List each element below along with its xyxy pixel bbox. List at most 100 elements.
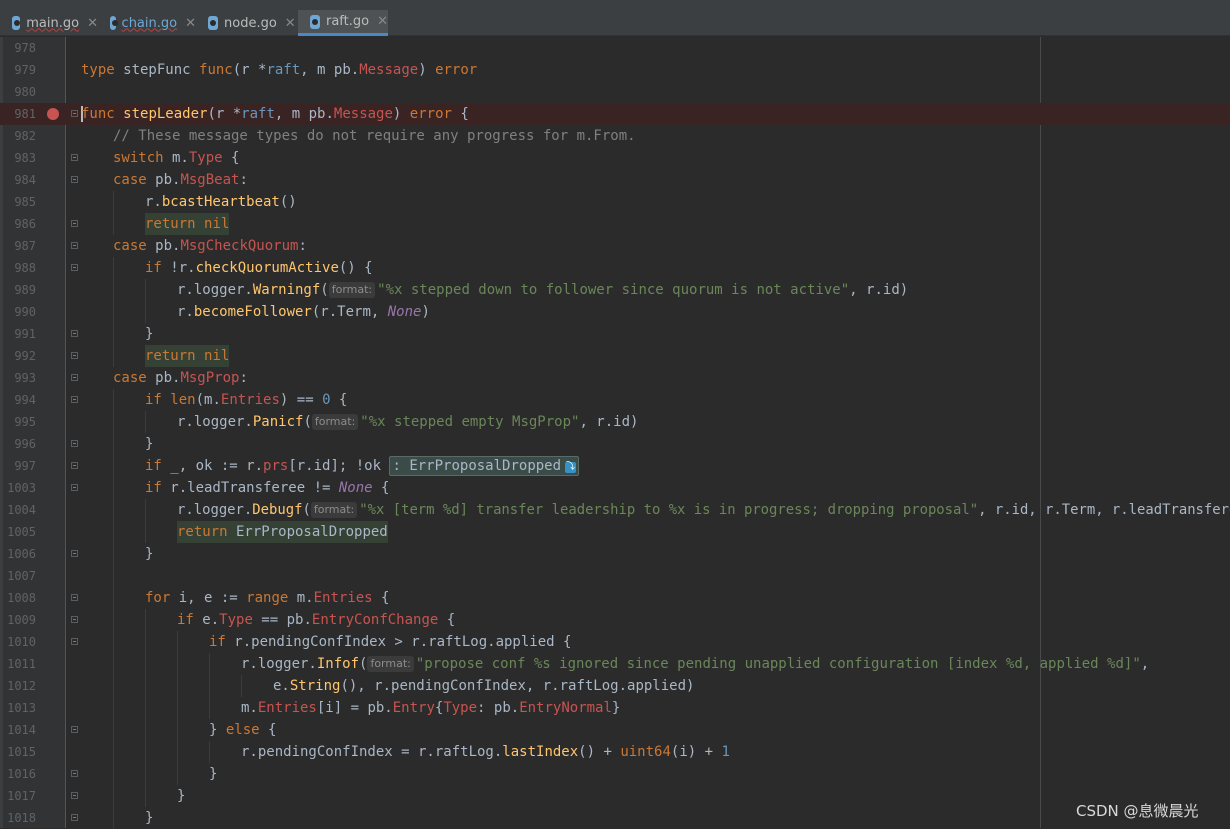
tab-label: raft.go: [325, 14, 370, 29]
code-text: }: [177, 788, 186, 804]
indent-guide: [145, 521, 146, 543]
line-number: 995: [14, 415, 36, 429]
code-text: }: [209, 766, 218, 782]
window-top-strip: [0, 0, 1230, 10]
indent-guide: [113, 301, 114, 323]
fold-marker-icon[interactable]: [71, 220, 78, 227]
code-line: 993 case pb.MsgProp:: [0, 367, 1230, 389]
folded-code-hint[interactable]: : ErrProposalDropped ⤵: [389, 456, 580, 476]
fold-marker-icon[interactable]: [71, 792, 78, 799]
fold-marker-icon[interactable]: [71, 638, 78, 645]
go-file-icon: [310, 14, 320, 29]
code-text: r.logger.Infof(format: "propose conf %s i…: [241, 656, 1150, 672]
code-text: type stepFunc func(r *raft, m pb.Message…: [81, 62, 478, 78]
tab-raft-go[interactable]: raft.go ✕: [298, 10, 388, 36]
code-line: 989 r.logger.Warningf(format: "%x stepped…: [0, 279, 1230, 301]
code-line: 1017 }: [0, 785, 1230, 807]
fold-marker-icon[interactable]: [71, 726, 78, 733]
line-number: 985: [14, 195, 36, 209]
indent-guide: [145, 411, 146, 433]
indent-guide: [145, 675, 146, 697]
tab-main-go[interactable]: main.go ✕: [0, 10, 98, 36]
fold-marker-icon[interactable]: [71, 242, 78, 249]
close-icon[interactable]: ✕: [87, 16, 98, 31]
code-line: 1003 if r.leadTransferee != None {: [0, 477, 1230, 499]
fold-marker-icon[interactable]: [71, 176, 78, 183]
code-text: case pb.MsgCheckQuorum:: [113, 238, 307, 254]
go-file-icon: [12, 16, 21, 30]
close-icon[interactable]: ✕: [185, 16, 196, 31]
tab-chain-go[interactable]: chain.go ✕: [98, 10, 196, 36]
fold-marker-icon[interactable]: [71, 396, 78, 403]
code-line: 1013 m.Entries[i] = pb.Entry{Type: pb.En…: [0, 697, 1230, 719]
code-text: }: [145, 810, 154, 826]
indent-guide: [113, 587, 114, 609]
code-line: 986 return nil: [0, 213, 1230, 235]
fold-marker-icon[interactable]: [71, 374, 78, 381]
line-number: 987: [14, 239, 36, 253]
indent-guide: [113, 763, 114, 785]
fold-marker-icon[interactable]: [71, 264, 78, 271]
indent-guide: [113, 675, 114, 697]
indent-guide: [145, 697, 146, 719]
code-text: for i, e := range m.Entries {: [145, 590, 390, 606]
code-line: 995 r.logger.Panicf(format: "%x stepped e…: [0, 411, 1230, 433]
code-text: if !r.checkQuorumActive() {: [145, 260, 373, 276]
code-line: 978: [0, 37, 1230, 59]
fold-marker-icon[interactable]: [71, 594, 78, 601]
code-line: 982 // These message types do not requir…: [0, 125, 1230, 147]
code-line: 1015 r.pendingConfIndex = r.raftLog.last…: [0, 741, 1230, 763]
line-number: 1015: [7, 745, 36, 759]
close-icon[interactable]: ✕: [285, 16, 296, 31]
line-number: 992: [14, 349, 36, 363]
code-text: r.logger.Warningf(format: "%x stepped dow…: [177, 282, 909, 298]
fold-marker-icon[interactable]: [71, 814, 78, 821]
line-number: 994: [14, 393, 36, 407]
code-text: case pb.MsgBeat:: [113, 172, 248, 188]
indent-guide: [113, 785, 114, 807]
code-line-breakpoint: 981 func stepLeader(r *raft, m pb.Messag…: [0, 103, 1230, 125]
indent-guide: [177, 653, 178, 675]
indent-guide: [145, 785, 146, 807]
fold-marker-icon[interactable]: [71, 770, 78, 777]
fold-marker-icon[interactable]: [71, 330, 78, 337]
breakpoint-icon[interactable]: [47, 108, 59, 120]
editor-tab-bar: main.go ✕ chain.go ✕ node.go ✕ raft.go ✕: [0, 10, 1230, 36]
code-line: 985 r.bcastHeartbeat(): [0, 191, 1230, 213]
indent-guide: [113, 213, 114, 235]
fold-marker-icon[interactable]: [71, 352, 78, 359]
fold-marker-icon[interactable]: [71, 440, 78, 447]
code-line: 1008 for i, e := range m.Entries {: [0, 587, 1230, 609]
expand-fold-icon[interactable]: ⤵: [565, 462, 577, 473]
code-line: 1014 } else {: [0, 719, 1230, 741]
line-number: 989: [14, 283, 36, 297]
fold-marker-icon[interactable]: [71, 110, 78, 117]
line-number: 1008: [7, 591, 36, 605]
code-text: r.becomeFollower(r.Term, None): [177, 304, 430, 320]
fold-marker-icon[interactable]: [71, 154, 78, 161]
code-text: return nil: [145, 213, 230, 235]
code-line: 983 switch m.Type {: [0, 147, 1230, 169]
code-line: 1007: [0, 565, 1230, 587]
code-text: if r.leadTransferee != None {: [145, 480, 390, 496]
code-text: if r.pendingConfIndex > r.raftLog.applie…: [209, 634, 572, 650]
close-icon[interactable]: ✕: [377, 14, 388, 29]
indent-guide: [145, 631, 146, 653]
code-text: if len(m.Entries) == 0 {: [145, 392, 348, 408]
code-editor[interactable]: 978 979 type stepFunc func(r *raft, m pb…: [0, 37, 1230, 829]
indent-guide: [113, 609, 114, 631]
code-text: if _, ok := r.prs[r.id]; !ok : ErrPropos…: [145, 455, 580, 477]
indent-guide: [177, 741, 178, 763]
code-text: } else {: [209, 722, 277, 738]
fold-marker-icon[interactable]: [71, 550, 78, 557]
line-number: 1016: [7, 767, 36, 781]
fold-marker-icon[interactable]: [71, 616, 78, 623]
indent-guide: [113, 543, 114, 565]
indent-guide: [113, 191, 114, 213]
line-number: 1011: [7, 657, 36, 671]
parameter-hint: format:: [367, 656, 414, 672]
line-number: 1006: [7, 547, 36, 561]
fold-marker-icon[interactable]: [71, 462, 78, 469]
fold-marker-icon[interactable]: [71, 484, 78, 491]
tab-node-go[interactable]: node.go ✕: [196, 10, 298, 36]
